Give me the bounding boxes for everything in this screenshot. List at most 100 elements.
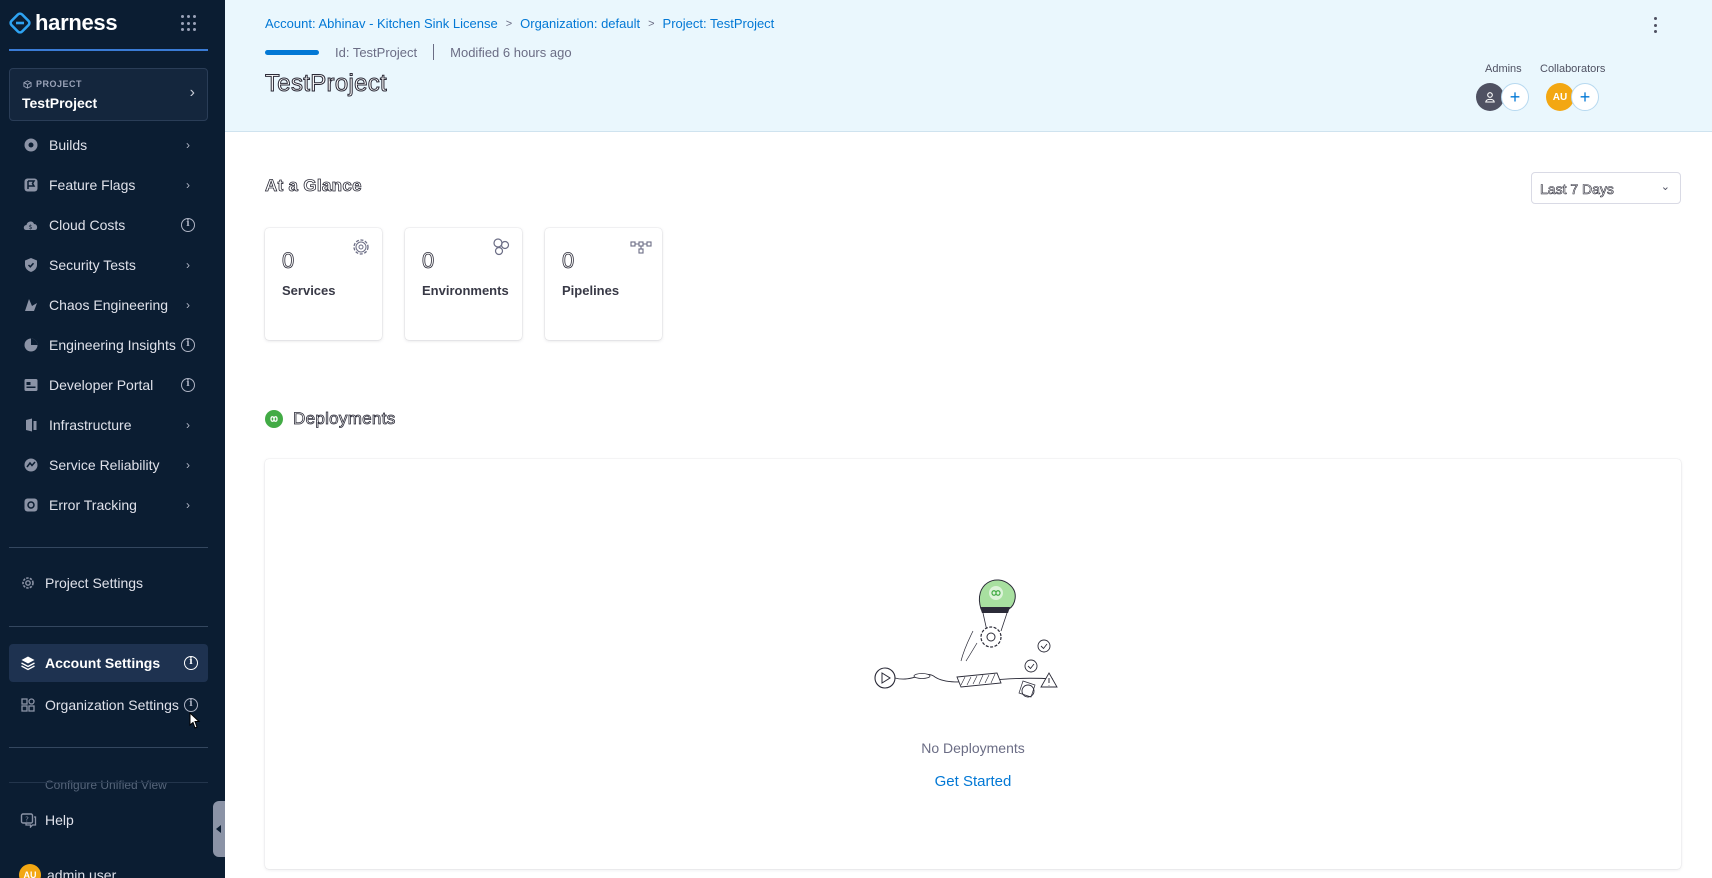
breadcrumb-organization[interactable]: Organization: default	[520, 16, 640, 31]
chevron-right-icon: ›	[186, 258, 190, 272]
svg-text:?: ?	[25, 816, 29, 824]
project-settings-label: Project Settings	[45, 575, 144, 591]
deployments-header: Deployments	[265, 409, 396, 429]
nav-item-security-tests[interactable]: Security Tests ›	[0, 246, 225, 284]
nav-item-cloud-costs[interactable]: $ Cloud Costs i	[0, 206, 225, 244]
deployments-panel: No Deployments Get Started	[265, 459, 1681, 869]
deployments-icon	[265, 410, 283, 428]
chevron-right-icon: ›	[186, 498, 190, 512]
help-icon: ?	[19, 811, 37, 829]
chevron-right-icon: ›	[186, 298, 190, 312]
time-range-select[interactable]: Last 7 Days ⌄	[1531, 172, 1681, 204]
harness-logo[interactable]: harness	[9, 10, 118, 36]
stat-card-pipelines[interactable]: 0 Pipelines	[545, 228, 662, 340]
brand-divider	[9, 49, 208, 51]
developer-portal-icon	[22, 376, 40, 394]
stat-label: Pipelines	[562, 283, 620, 298]
help-label: Help	[45, 812, 74, 828]
nav-label: Security Tests	[49, 257, 136, 273]
nav-label: Chaos Engineering	[49, 297, 169, 313]
info-icon[interactable]: i	[181, 378, 195, 392]
gear-icon	[353, 239, 369, 255]
stat-label: Services	[282, 283, 336, 298]
account-settings-icon	[19, 654, 37, 672]
user-profile-link[interactable]: AU admin user	[0, 860, 225, 878]
organization-icon	[19, 696, 37, 714]
stat-value: 0	[562, 248, 575, 274]
configure-unified-view-link[interactable]: Configure Unified View	[45, 778, 167, 792]
admins-label: Admins	[1485, 63, 1522, 75]
info-icon[interactable]: i	[181, 218, 195, 232]
account-settings-label: Account Settings	[45, 655, 161, 671]
admin-avatar[interactable]	[1476, 83, 1504, 111]
help-link[interactable]: ? Help	[0, 801, 225, 839]
empty-state-text: No Deployments	[921, 740, 1025, 756]
environments-icon	[493, 238, 510, 256]
info-icon[interactable]: i	[184, 656, 198, 670]
section-title-deployments: Deployments	[293, 409, 396, 429]
sidebar: harness PROJECT TestProject › Builds › F…	[0, 0, 225, 878]
sidebar-divider	[9, 747, 208, 748]
sidebar-divider	[9, 547, 208, 548]
feature-flags-icon	[22, 176, 40, 194]
organization-settings-link[interactable]: Organization Settings i	[9, 686, 208, 724]
nav-item-builds[interactable]: Builds ›	[0, 126, 225, 164]
project-kicker-text: PROJECT	[36, 79, 83, 89]
time-range-value: Last 7 Days	[1540, 181, 1615, 198]
nav-item-developer-portal[interactable]: Developer Portal i	[0, 366, 225, 404]
add-admin-button[interactable]: +	[1501, 83, 1529, 111]
nav-item-infrastructure[interactable]: Infrastructure ›	[0, 406, 225, 444]
breadcrumb-account[interactable]: Account: Abhinav - Kitchen Sink License	[265, 16, 498, 31]
account-settings-link[interactable]: Account Settings i	[9, 644, 208, 682]
nav-label: Error Tracking	[49, 497, 137, 513]
stat-value: 0	[422, 248, 435, 274]
service-reliability-icon	[22, 456, 40, 474]
nav-item-engineering-insights[interactable]: Engineering Insights i	[0, 326, 225, 364]
collaborators-label: Collaborators	[1540, 63, 1606, 75]
nav-item-service-reliability[interactable]: Service Reliability ›	[0, 446, 225, 484]
add-collaborator-button[interactable]: +	[1571, 83, 1599, 111]
nav-label: Engineering Insights	[49, 337, 176, 353]
modified-time: Modified 6 hours ago	[450, 44, 572, 60]
stat-card-services[interactable]: 0 Services	[265, 228, 382, 340]
sidebar-divider	[9, 782, 208, 783]
organization-settings-label: Organization Settings	[45, 697, 179, 713]
nav-label: Feature Flags	[49, 177, 136, 193]
nav-item-feature-flags[interactable]: Feature Flags ›	[0, 166, 225, 204]
nav-label: Builds	[49, 137, 88, 153]
nav-item-chaos-engineering[interactable]: Chaos Engineering ›	[0, 286, 225, 324]
project-header: Account: Abhinav - Kitchen Sink License …	[225, 0, 1712, 132]
project-kicker: PROJECT	[23, 79, 82, 89]
collapse-sidebar-handle[interactable]	[213, 801, 225, 857]
brand-name: harness	[35, 10, 118, 35]
app-launcher-icon[interactable]	[181, 15, 198, 32]
chaos-icon	[22, 296, 40, 314]
breadcrumb-project[interactable]: Project: TestProject	[663, 16, 775, 31]
chevron-right-icon: ›	[189, 84, 195, 101]
nav-item-error-tracking[interactable]: Error Tracking ›	[0, 486, 225, 524]
user-icon	[1485, 92, 1495, 103]
more-options-icon[interactable]	[1649, 16, 1661, 34]
stat-label: Environments	[422, 283, 509, 298]
project-id: Id: TestProject	[335, 44, 418, 60]
get-started-link[interactable]: Get Started	[265, 773, 1681, 790]
avatar: AU	[19, 864, 41, 878]
collaborator-avatar[interactable]: AU	[1546, 83, 1574, 111]
project-meta: Id: TestProject Modified 6 hours ago	[265, 44, 572, 60]
project-cube-icon	[23, 79, 32, 89]
project-settings-link[interactable]: Project Settings	[9, 564, 208, 602]
nav-label: Service Reliability	[49, 457, 160, 473]
info-icon[interactable]: i	[184, 698, 198, 712]
cloud-costs-icon: $	[22, 216, 40, 234]
stat-card-environments[interactable]: 0 Environments	[405, 228, 522, 340]
info-icon[interactable]: i	[181, 338, 195, 352]
chevron-right-icon: ›	[186, 138, 190, 152]
gear-icon	[19, 574, 37, 592]
project-name: TestProject	[22, 95, 98, 111]
chevron-down-icon: ⌄	[1660, 181, 1670, 193]
chevron-right-icon: >	[648, 17, 655, 30]
nav-label: Developer Portal	[49, 377, 154, 393]
chevron-right-icon: ›	[186, 458, 190, 472]
project-selector[interactable]: PROJECT TestProject ›	[9, 68, 208, 121]
shield-icon	[22, 256, 40, 274]
